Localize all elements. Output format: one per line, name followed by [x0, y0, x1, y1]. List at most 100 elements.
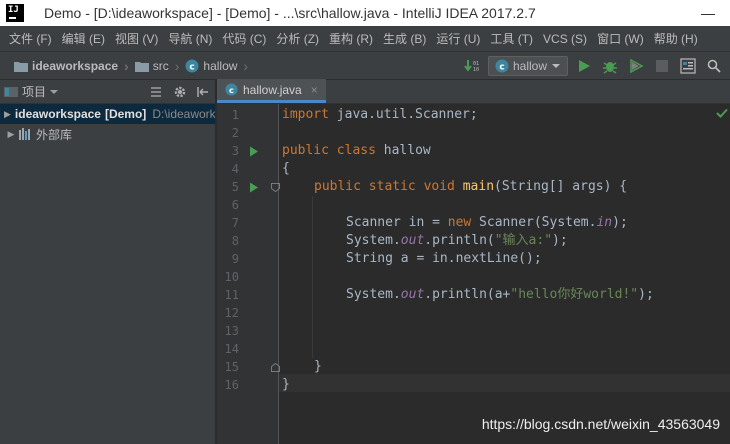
menu-edit[interactable]: 编辑 (E): [57, 30, 110, 47]
menu-tools[interactable]: 工具 (T): [485, 30, 538, 47]
code-line-11: System.out.println(a+"hello你好world!");: [346, 287, 654, 302]
folder-icon: [14, 61, 28, 72]
hide-panel-icon[interactable]: [197, 86, 209, 98]
project-panel-header: 项目: [0, 80, 215, 104]
code-line-4: {: [282, 161, 290, 176]
intellij-logo-icon: IJ: [6, 4, 24, 22]
editor-gutter: 1 2 3 4 5 6 7 8 9 10 11 12 13 14 15 16: [217, 104, 280, 444]
project-tool-window: 项目 ▶ ideaworkspace [Demo] D:\ideaworkspa…: [0, 80, 216, 444]
play-icon: [579, 59, 590, 72]
line-number: 11: [224, 288, 239, 302]
run-gutter-icon[interactable]: [249, 142, 259, 160]
fold-marker-icon[interactable]: [271, 178, 280, 196]
main-menu-bar: 文件 (F) 编辑 (E) 视图 (V) 导航 (N) 代码 (C) 分析 (Z…: [0, 26, 730, 52]
java-class-icon: c: [495, 59, 509, 72]
line-number: 16: [224, 378, 239, 392]
bug-icon: [603, 61, 617, 74]
tree-item-path: D:\ideaworkspace: [152, 107, 215, 121]
menu-navigate[interactable]: 导航 (N): [163, 30, 217, 47]
error-stripe: [716, 104, 730, 444]
svg-text:c: c: [499, 62, 504, 72]
build-project-icon[interactable]: 01 10: [462, 56, 482, 76]
search-everywhere-button[interactable]: [704, 56, 724, 76]
line-number: 7: [231, 216, 239, 230]
line-number: 5: [231, 180, 239, 194]
folder-icon: [134, 61, 149, 72]
svg-text:c: c: [229, 85, 234, 95]
project-structure-icon: [680, 57, 696, 74]
chevron-down-icon: [552, 63, 560, 68]
search-icon: [707, 59, 721, 73]
coverage-icon: [630, 58, 644, 73]
minimize-button[interactable]: —: [686, 0, 730, 26]
code-editor[interactable]: 1 2 3 4 5 6 7 8 9 10 11 12 13 14 15 16 i…: [217, 104, 730, 444]
tab-label: hallow.java: [243, 82, 302, 97]
menu-file[interactable]: 文件 (F): [4, 30, 57, 47]
menu-analyze[interactable]: 分析 (Z): [271, 30, 324, 47]
code-line-3: public class hallow: [282, 143, 431, 158]
expand-arrow-icon[interactable]: ▶: [4, 109, 11, 120]
line-number: 3: [231, 144, 239, 158]
line-number: 13: [224, 324, 239, 338]
run-gutter-icon[interactable]: [249, 178, 259, 196]
menu-help[interactable]: 帮助 (H): [649, 30, 703, 47]
menu-vcs[interactable]: VCS (S): [538, 32, 592, 46]
run-configuration-select[interactable]: c hallow: [487, 55, 568, 76]
stop-button[interactable]: [652, 56, 672, 76]
gear-icon[interactable]: [173, 85, 187, 99]
line-number: 1: [231, 108, 239, 122]
line-number: 14: [224, 342, 239, 356]
window-title-bar: IJ Demo - [D:\ideaworkspace] - [Demo] - …: [0, 0, 730, 26]
project-panel-title[interactable]: 项目: [22, 83, 46, 100]
code-line-9: String a = in.nextLine();: [346, 251, 542, 266]
java-class-icon: c: [185, 59, 199, 72]
line-number: 2: [231, 126, 239, 140]
menu-refactor[interactable]: 重构 (R): [324, 30, 378, 47]
editor-tab-bar: c hallow.java ×: [217, 79, 730, 104]
code-text-area[interactable]: import java.util.Scanner; public class h…: [280, 104, 730, 444]
code-line-8: System.out.println("输入a:");: [346, 233, 568, 248]
breadcrumb-src[interactable]: src ›: [129, 58, 179, 74]
breadcrumb-separator: ›: [243, 57, 249, 74]
line-number: 8: [231, 234, 239, 248]
menu-window[interactable]: 窗口 (W): [592, 30, 649, 47]
java-class-icon: c: [225, 83, 238, 96]
tree-item-external-libraries[interactable]: ▶ 外部库: [0, 124, 215, 144]
tree-item-label: 外部库: [36, 127, 73, 142]
fold-marker-icon[interactable]: [271, 358, 280, 376]
line-number: 10: [224, 270, 239, 284]
tab-hallow-java[interactable]: c hallow.java ×: [217, 79, 326, 103]
menu-code[interactable]: 代码 (C): [217, 30, 271, 47]
run-configuration-label: hallow: [512, 58, 547, 73]
coverage-button[interactable]: [626, 56, 646, 76]
debug-button[interactable]: [600, 56, 620, 76]
breadcrumb-hallow[interactable]: c hallow ›: [179, 58, 248, 74]
code-line-1: import java.util.Scanner;: [282, 107, 478, 122]
window-title: Demo - [D:\ideaworkspace] - [Demo] - ...…: [44, 5, 536, 21]
breadcrumb-ideaworkspace[interactable]: ideaworkspace ›: [0, 58, 129, 74]
svg-text:c: c: [190, 62, 195, 72]
svg-text:10: 10: [473, 67, 479, 73]
project-structure-button[interactable]: [678, 56, 698, 76]
line-number: 15: [224, 360, 239, 374]
navigation-bar: ideaworkspace › src › c hallow › 01 10 c …: [0, 52, 730, 80]
code-line-16: }: [282, 377, 290, 392]
code-line-7: Scanner in = new Scanner(System.in);: [346, 215, 628, 230]
chevron-down-icon[interactable]: [50, 89, 59, 95]
menu-build[interactable]: 生成 (B): [378, 30, 431, 47]
menu-run[interactable]: 运行 (U): [431, 30, 485, 47]
expand-arrow-icon[interactable]: ▶: [4, 129, 18, 140]
line-number: 6: [231, 198, 239, 212]
close-tab-icon[interactable]: ×: [311, 83, 318, 97]
line-number: 4: [231, 162, 239, 176]
watermark-text: https://blog.csdn.net/weixin_43563049: [481, 416, 720, 432]
tree-item-ideaworkspace[interactable]: ▶ ideaworkspace [Demo] D:\ideaworkspace: [0, 104, 215, 124]
indent-guide: [312, 196, 313, 358]
project-view-icon: [4, 86, 18, 97]
code-line-15: }: [314, 359, 322, 374]
menu-view[interactable]: 视图 (V): [110, 30, 163, 47]
sync-icon[interactable]: [149, 86, 163, 98]
run-button[interactable]: [574, 56, 594, 76]
line-number: 12: [224, 306, 239, 320]
line-number: 9: [231, 252, 239, 266]
